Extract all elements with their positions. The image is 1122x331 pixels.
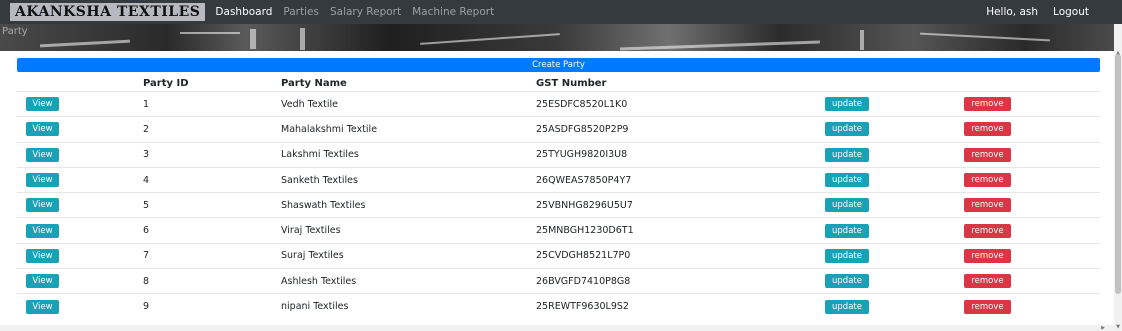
- brand-logo[interactable]: AKANKSHA TEXTILES: [10, 3, 206, 21]
- party-id-cell: 4: [143, 166, 281, 193]
- remove-button[interactable]: remove: [964, 97, 1011, 112]
- header-party-id: Party ID: [143, 77, 189, 89]
- party-name-cell: Shaswath Textiles: [281, 192, 536, 218]
- party-name-cell: Ashlesh Textiles: [281, 268, 536, 294]
- party-id-cell: 7: [143, 242, 281, 269]
- update-button[interactable]: update: [825, 274, 869, 289]
- party-id-cell: 3: [143, 141, 281, 168]
- gst-number-cell: 25ESDFC8520L1K0: [536, 90, 825, 117]
- party-name-cell: Suraj Textiles: [281, 242, 536, 269]
- nav-dashboard[interactable]: Dashboard: [215, 6, 272, 18]
- remove-button[interactable]: remove: [964, 173, 1011, 188]
- update-button[interactable]: update: [825, 299, 869, 314]
- party-table: Party ID Party Name GST Number View 1 Vedh…: [17, 75, 1100, 319]
- gst-number-cell: 25VBNHG8296U5U7: [536, 192, 825, 218]
- header-party-name: Party Name: [281, 77, 347, 89]
- party-id-cell: 1: [143, 90, 281, 117]
- table-row: View 7 Suraj Textiles 25CVDGH8521L7P0 update…: [17, 242, 1100, 269]
- gst-number-cell: 25CVDGH8521L7P0: [536, 242, 825, 269]
- user-greeting: Hello, ash: [986, 6, 1039, 18]
- table-row: View 3 Lakshmi Textiles 25TYUGH9820I3U8 upda…: [17, 141, 1100, 168]
- scroll-right-icon[interactable]: ▶: [1101, 325, 1105, 331]
- header-gst-number: GST Number: [536, 77, 607, 89]
- gst-number-cell: 25ASDFG8520P2P9: [536, 116, 825, 143]
- update-button[interactable]: update: [825, 173, 869, 188]
- party-id-cell: 9: [143, 293, 281, 319]
- table-row: View 2 Mahalakshmi Textile 25ASDFG8520P2P9 u…: [17, 116, 1100, 143]
- remove-button[interactable]: remove: [964, 122, 1011, 137]
- view-button[interactable]: View: [26, 147, 59, 162]
- header-banner-image: Party: [0, 24, 1114, 51]
- logout-link[interactable]: Logout: [1053, 6, 1089, 18]
- banner-label: Party: [2, 26, 28, 37]
- table-row: View 9 nipani Textiles 25REWTF9630L9S2 updat…: [17, 293, 1100, 319]
- gst-number-cell: 25REWTF9630L9S2: [536, 293, 825, 319]
- party-name-cell: nipani Textiles: [281, 293, 536, 319]
- vertical-scrollbar[interactable]: ▲ ▼: [1114, 24, 1122, 331]
- view-button[interactable]: View: [26, 173, 59, 188]
- view-button[interactable]: View: [26, 198, 59, 213]
- table-header-row: Party ID Party Name GST Number: [17, 75, 1100, 92]
- view-button[interactable]: View: [26, 274, 59, 289]
- update-button[interactable]: update: [825, 122, 869, 137]
- nav-salary-report[interactable]: Salary Report: [330, 6, 401, 18]
- table-row: View 1 Vedh Textile 25ESDFC8520L1K0 update re…: [17, 90, 1100, 117]
- table-row: View 6 Viraj Textiles 25MNBGH1230D6T1 update…: [17, 217, 1100, 244]
- party-name-cell: Vedh Textile: [281, 90, 536, 117]
- remove-button[interactable]: remove: [964, 299, 1011, 314]
- create-party-button[interactable]: Create Party: [17, 58, 1100, 72]
- view-button[interactable]: View: [26, 223, 59, 238]
- view-button[interactable]: View: [26, 248, 59, 263]
- party-name-cell: Sanketh Textiles: [281, 166, 536, 193]
- party-id-cell: 6: [143, 217, 281, 244]
- scroll-down-icon[interactable]: ▼: [1116, 324, 1120, 330]
- nav-user-area: Hello, ash Logout: [971, 0, 1089, 24]
- remove-button[interactable]: remove: [964, 274, 1011, 289]
- party-name-cell: Lakshmi Textiles: [281, 141, 536, 168]
- gst-number-cell: 26QWEAS7850P4Y7: [536, 166, 825, 193]
- table-row: View 8 Ashlesh Textiles 26BVGFD7410P8G8 upda…: [17, 268, 1100, 294]
- update-button[interactable]: update: [825, 147, 869, 162]
- view-button[interactable]: View: [26, 299, 59, 314]
- view-button[interactable]: View: [26, 97, 59, 112]
- table-row: View 5 Shaswath Textiles 25VBNHG8296U5U7 upd…: [17, 192, 1100, 218]
- party-name-cell: Mahalakshmi Textile: [281, 116, 536, 143]
- scrollbar-thumb[interactable]: [1115, 54, 1121, 294]
- party-id-cell: 8: [143, 268, 281, 294]
- remove-button[interactable]: remove: [964, 223, 1011, 238]
- nav-parties[interactable]: Parties: [283, 6, 319, 18]
- party-name-cell: Viraj Textiles: [281, 217, 536, 244]
- party-id-cell: 5: [143, 192, 281, 218]
- view-button[interactable]: View: [26, 122, 59, 137]
- update-button[interactable]: update: [825, 223, 869, 238]
- header-actions-remove: [964, 75, 1100, 92]
- remove-button[interactable]: remove: [964, 198, 1011, 213]
- nav-machine-report[interactable]: Machine Report: [412, 6, 494, 18]
- top-navbar: AKANKSHA TEXTILES Dashboard Parties Sala…: [0, 0, 1122, 24]
- gst-number-cell: 25MNBGH1230D6T1: [536, 217, 825, 244]
- update-button[interactable]: update: [825, 198, 869, 213]
- header-actions-view: [17, 75, 143, 92]
- party-id-cell: 2: [143, 116, 281, 143]
- horizontal-scrollbar[interactable]: ▶: [0, 325, 1114, 331]
- party-list-panel: Create Party Party ID Party Name GST Num…: [17, 58, 1100, 319]
- update-button[interactable]: update: [825, 97, 869, 112]
- header-actions-update: [825, 75, 964, 92]
- update-button[interactable]: update: [825, 248, 869, 263]
- gst-number-cell: 25TYUGH9820I3U8: [536, 141, 825, 168]
- gst-number-cell: 26BVGFD7410P8G8: [536, 268, 825, 294]
- table-row: View 4 Sanketh Textiles 26QWEAS7850P4Y7 upda…: [17, 166, 1100, 193]
- remove-button[interactable]: remove: [964, 248, 1011, 263]
- remove-button[interactable]: remove: [964, 147, 1011, 162]
